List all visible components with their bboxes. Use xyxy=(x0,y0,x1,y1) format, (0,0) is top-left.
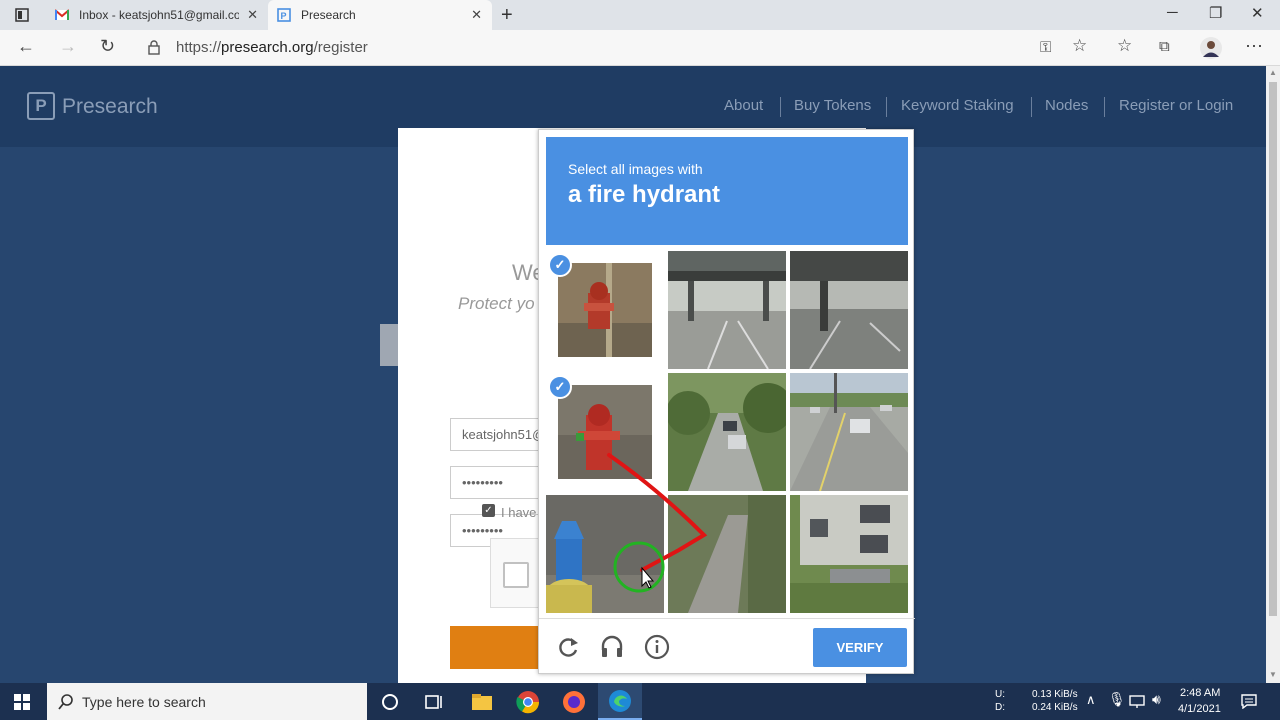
recaptcha-checkbox[interactable] xyxy=(503,562,529,588)
net-up-label: U: xyxy=(995,689,1005,700)
tab-gmail-inbox[interactable]: Inbox - keatsjohn51@gmail.com ✕ xyxy=(46,0,268,30)
minimize-icon[interactable]: ─ xyxy=(1167,4,1178,21)
windows-taskbar: Type here to search U: D: 0.13 KiB/s 0.2… xyxy=(0,683,1280,720)
tray-expand-icon[interactable]: ∧ xyxy=(1086,692,1096,708)
browser-tab-bar: Inbox - keatsjohn51@gmail.com ✕ P Presea… xyxy=(0,0,1280,30)
url-host: presearch.org xyxy=(221,39,314,56)
nav-divider xyxy=(1031,97,1032,117)
captcha-challenge: Select all images with a fire hydrant ✓ xyxy=(538,129,915,675)
presearch-favicon-icon: P xyxy=(277,8,291,22)
presearch-logo-icon[interactable]: P xyxy=(27,92,55,120)
url-scheme: https:// xyxy=(176,39,222,56)
network-icon[interactable] xyxy=(1129,695,1145,708)
verify-button[interactable]: VERIFY xyxy=(813,628,907,667)
nav-register-login[interactable]: Register or Login xyxy=(1119,97,1233,114)
search-icon xyxy=(58,694,73,710)
lock-icon[interactable] xyxy=(148,40,160,55)
browser-toolbar: ← → ↻ https://presearch.org/register ⚿ ☆… xyxy=(0,30,1280,66)
nav-about[interactable]: About xyxy=(724,97,763,114)
agree-label: I have xyxy=(501,505,537,520)
add-favorite-icon[interactable]: ☆ xyxy=(1072,36,1087,56)
close-tab-icon[interactable]: ✕ xyxy=(471,7,482,23)
clock-time[interactable]: 2:48 AM xyxy=(1180,687,1220,699)
svg-text:P: P xyxy=(281,11,287,21)
page-scrollbar[interactable]: ▲ ▼ xyxy=(1266,66,1280,683)
captcha-footer: VERIFY xyxy=(539,618,915,675)
cortana-icon[interactable] xyxy=(378,690,402,714)
close-tab-icon[interactable]: ✕ xyxy=(247,7,258,23)
edge-icon xyxy=(609,690,631,712)
tab-label: Inbox - keatsjohn51@gmail.com xyxy=(79,8,239,22)
info-icon[interactable] xyxy=(644,634,670,660)
task-view-icon[interactable] xyxy=(422,690,446,714)
microphone-icon[interactable]: 🎙 xyxy=(1108,691,1126,708)
restore-icon[interactable]: ❐ xyxy=(1209,4,1222,22)
refresh-icon[interactable]: ↻ xyxy=(100,36,115,57)
net-down-speed: 0.24 KiB/s xyxy=(1032,702,1078,713)
site-logo-text[interactable]: Presearch xyxy=(62,95,158,119)
profile-avatar[interactable] xyxy=(1200,37,1222,59)
key-icon[interactable]: ⚿ xyxy=(1040,39,1051,56)
net-up-speed: 0.13 KiB/s xyxy=(1032,689,1078,700)
nav-divider xyxy=(1104,97,1105,117)
new-tab-icon[interactable]: + xyxy=(501,4,513,27)
reload-icon[interactable] xyxy=(555,634,581,660)
volume-icon[interactable]: 🔊︎ xyxy=(1152,691,1161,708)
scroll-down-icon[interactable]: ▼ xyxy=(1269,670,1277,679)
notifications-icon[interactable] xyxy=(1241,694,1257,709)
agree-checkbox[interactable]: ✓ xyxy=(482,504,495,517)
nav-divider xyxy=(780,97,781,117)
gmail-icon xyxy=(55,9,69,20)
url-path: /register xyxy=(313,39,368,56)
address-bar[interactable]: https://presearch.org/register xyxy=(176,39,368,56)
tab-label: Presearch xyxy=(301,8,356,22)
drawn-annotation xyxy=(607,453,708,593)
collections-icon[interactable]: ⧉ xyxy=(1159,38,1170,55)
tab-presearch[interactable]: P Presearch ✕ xyxy=(268,0,492,30)
scroll-thumb[interactable] xyxy=(1269,82,1277,616)
file-explorer-icon[interactable] xyxy=(470,690,494,714)
forward-icon[interactable]: → xyxy=(59,36,77,57)
firefox-icon[interactable] xyxy=(562,690,586,714)
audio-challenge-icon[interactable] xyxy=(599,634,625,660)
nav-nodes[interactable]: Nodes xyxy=(1045,97,1088,114)
scroll-up-icon[interactable]: ▲ xyxy=(1269,68,1277,77)
tab-actions-icon[interactable] xyxy=(15,8,29,22)
favorites-icon[interactable]: ☆ xyxy=(1117,36,1132,56)
back-icon[interactable]: ← xyxy=(17,36,35,57)
search-placeholder: Type here to search xyxy=(82,694,206,710)
protect-subheading: Protect yo xyxy=(458,294,535,313)
side-tab xyxy=(380,324,400,366)
more-menu-icon[interactable]: ⋯ xyxy=(1245,36,1263,57)
nav-keyword-staking[interactable]: Keyword Staking xyxy=(901,97,1014,114)
close-window-icon[interactable]: ✕ xyxy=(1251,4,1264,22)
net-down-label: D: xyxy=(995,702,1005,713)
windows-start-icon[interactable] xyxy=(14,694,30,710)
clock-date[interactable]: 4/1/2021 xyxy=(1178,703,1221,715)
taskbar-search[interactable]: Type here to search xyxy=(47,683,367,720)
nav-buy-tokens[interactable]: Buy Tokens xyxy=(794,97,871,114)
nav-divider xyxy=(886,97,887,117)
edge-taskbar-button[interactable] xyxy=(598,683,642,720)
chrome-icon[interactable] xyxy=(516,690,540,714)
